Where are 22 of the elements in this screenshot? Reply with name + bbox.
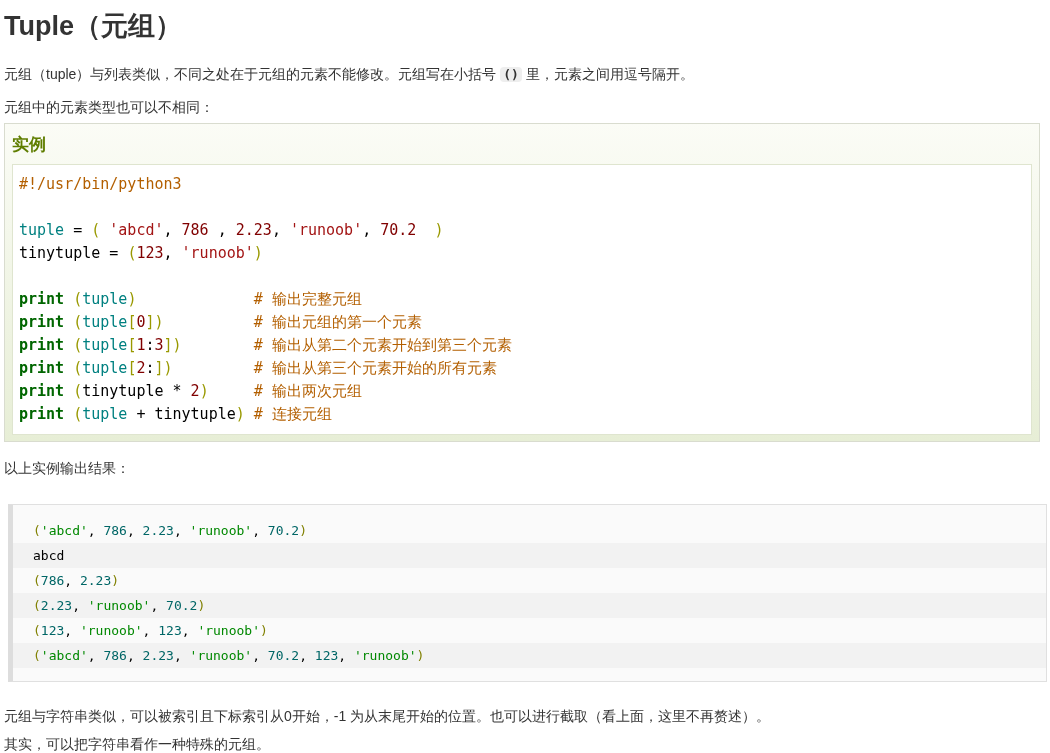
- output-line: abcd: [33, 546, 65, 565]
- code-line: print (tuple[2:]) # 输出从第三个元素开始的所有元素: [19, 358, 497, 379]
- output-line: ('abcd', 786, 2.23, 'runoob', 70.2): [33, 521, 307, 540]
- page-title: Tuple（元组）: [4, 10, 182, 43]
- output-line: (786, 2.23): [33, 571, 120, 590]
- code-line: #!/usr/bin/python3: [19, 174, 182, 195]
- code-line: print (tuple[0]) # 输出元组的第一个元素: [19, 312, 422, 333]
- output-line: (123, 'runoob', 123, 'runoob'): [33, 621, 268, 640]
- code-line: tuple = ( 'abcd', 786 , 2.23, 'runoob', 70.2 ): [19, 220, 444, 241]
- body-paragraph: 其实，可以把字符串看作一种特殊的元组。: [4, 735, 270, 753]
- output-line: (2.23, 'runoob', 70.2): [33, 596, 206, 615]
- code-line: print (tuple + tinytuple) # 连接元组: [19, 404, 332, 425]
- output-label: 以上实例输出结果：: [4, 459, 130, 478]
- output-line: ('abcd', 786, 2.23, 'runoob', 70.2, 123, 'runoob'): [33, 646, 425, 665]
- code-line: print (tuple) # 输出完整元组: [19, 289, 362, 310]
- code-line: print (tinytuple * 2) # 输出两次元组: [19, 381, 362, 402]
- intro-paragraph: 元组（tuple）与列表类似，不同之处在于元组的元素不能修改。元组写在小括号 () 里，元素之间用逗号隔开。: [4, 65, 694, 84]
- example-heading: 实例: [12, 134, 46, 156]
- intro-paragraph: 元组中的元素类型也可以不相同：: [4, 98, 214, 117]
- body-paragraph: 元组与字符串类似，可以被索引且下标索引从0开始，-1 为从末尾开始的位置。也可以进行截取（看上面，这里不再赘述）。: [4, 707, 771, 726]
- code-line: print (tuple[1:3]) # 输出从第二个元素开始到第三个元素: [19, 335, 512, 356]
- code-line: tinytuple = (123, 'runoob'): [19, 243, 263, 264]
